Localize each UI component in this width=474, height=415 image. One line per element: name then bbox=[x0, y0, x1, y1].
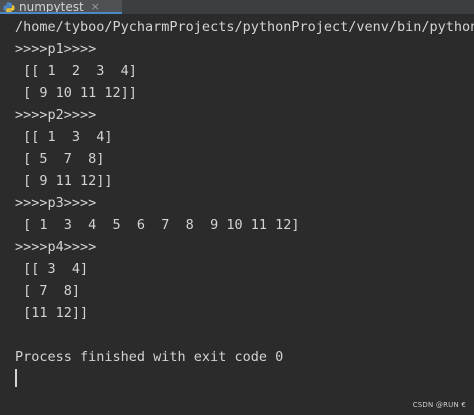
text-cursor bbox=[15, 369, 17, 387]
console-line: [ 9 10 11 12]] bbox=[15, 85, 137, 101]
console-line: [ 1 3 4 5 6 7 8 9 10 11 12] bbox=[15, 217, 300, 233]
console-line: >>>>p2>>>> bbox=[15, 107, 97, 123]
console-line: >>>>p1>>>> bbox=[15, 41, 97, 57]
console-line: [[ 3 4] bbox=[15, 261, 89, 277]
console-line: [[ 1 3 4] bbox=[15, 129, 113, 145]
console-line: [ 9 11 12]] bbox=[15, 173, 113, 189]
console-exit-line: Process finished with exit code 0 bbox=[15, 349, 284, 365]
watermark: CSDN @RUN € bbox=[412, 401, 466, 409]
console-line: >>>>p4>>>> bbox=[15, 239, 97, 255]
console-command-line: /home/tyboo/PycharmProjects/pythonProjec… bbox=[15, 19, 474, 35]
console-line: [ 7 8] bbox=[15, 283, 81, 299]
console-line: [11 12]] bbox=[15, 305, 89, 321]
console-line: >>>>p3>>>> bbox=[15, 195, 97, 211]
tab-bar: numpytest × bbox=[0, 0, 474, 14]
run-console-window: numpytest × /home/tyboo/PycharmProjects/… bbox=[0, 0, 474, 415]
console-output[interactable]: /home/tyboo/PycharmProjects/pythonProjec… bbox=[15, 14, 474, 415]
tab-numpytest[interactable]: numpytest × bbox=[0, 0, 122, 14]
console-line: [[ 1 2 3 4] bbox=[15, 63, 137, 79]
console-line: [ 5 7 8] bbox=[15, 151, 105, 167]
